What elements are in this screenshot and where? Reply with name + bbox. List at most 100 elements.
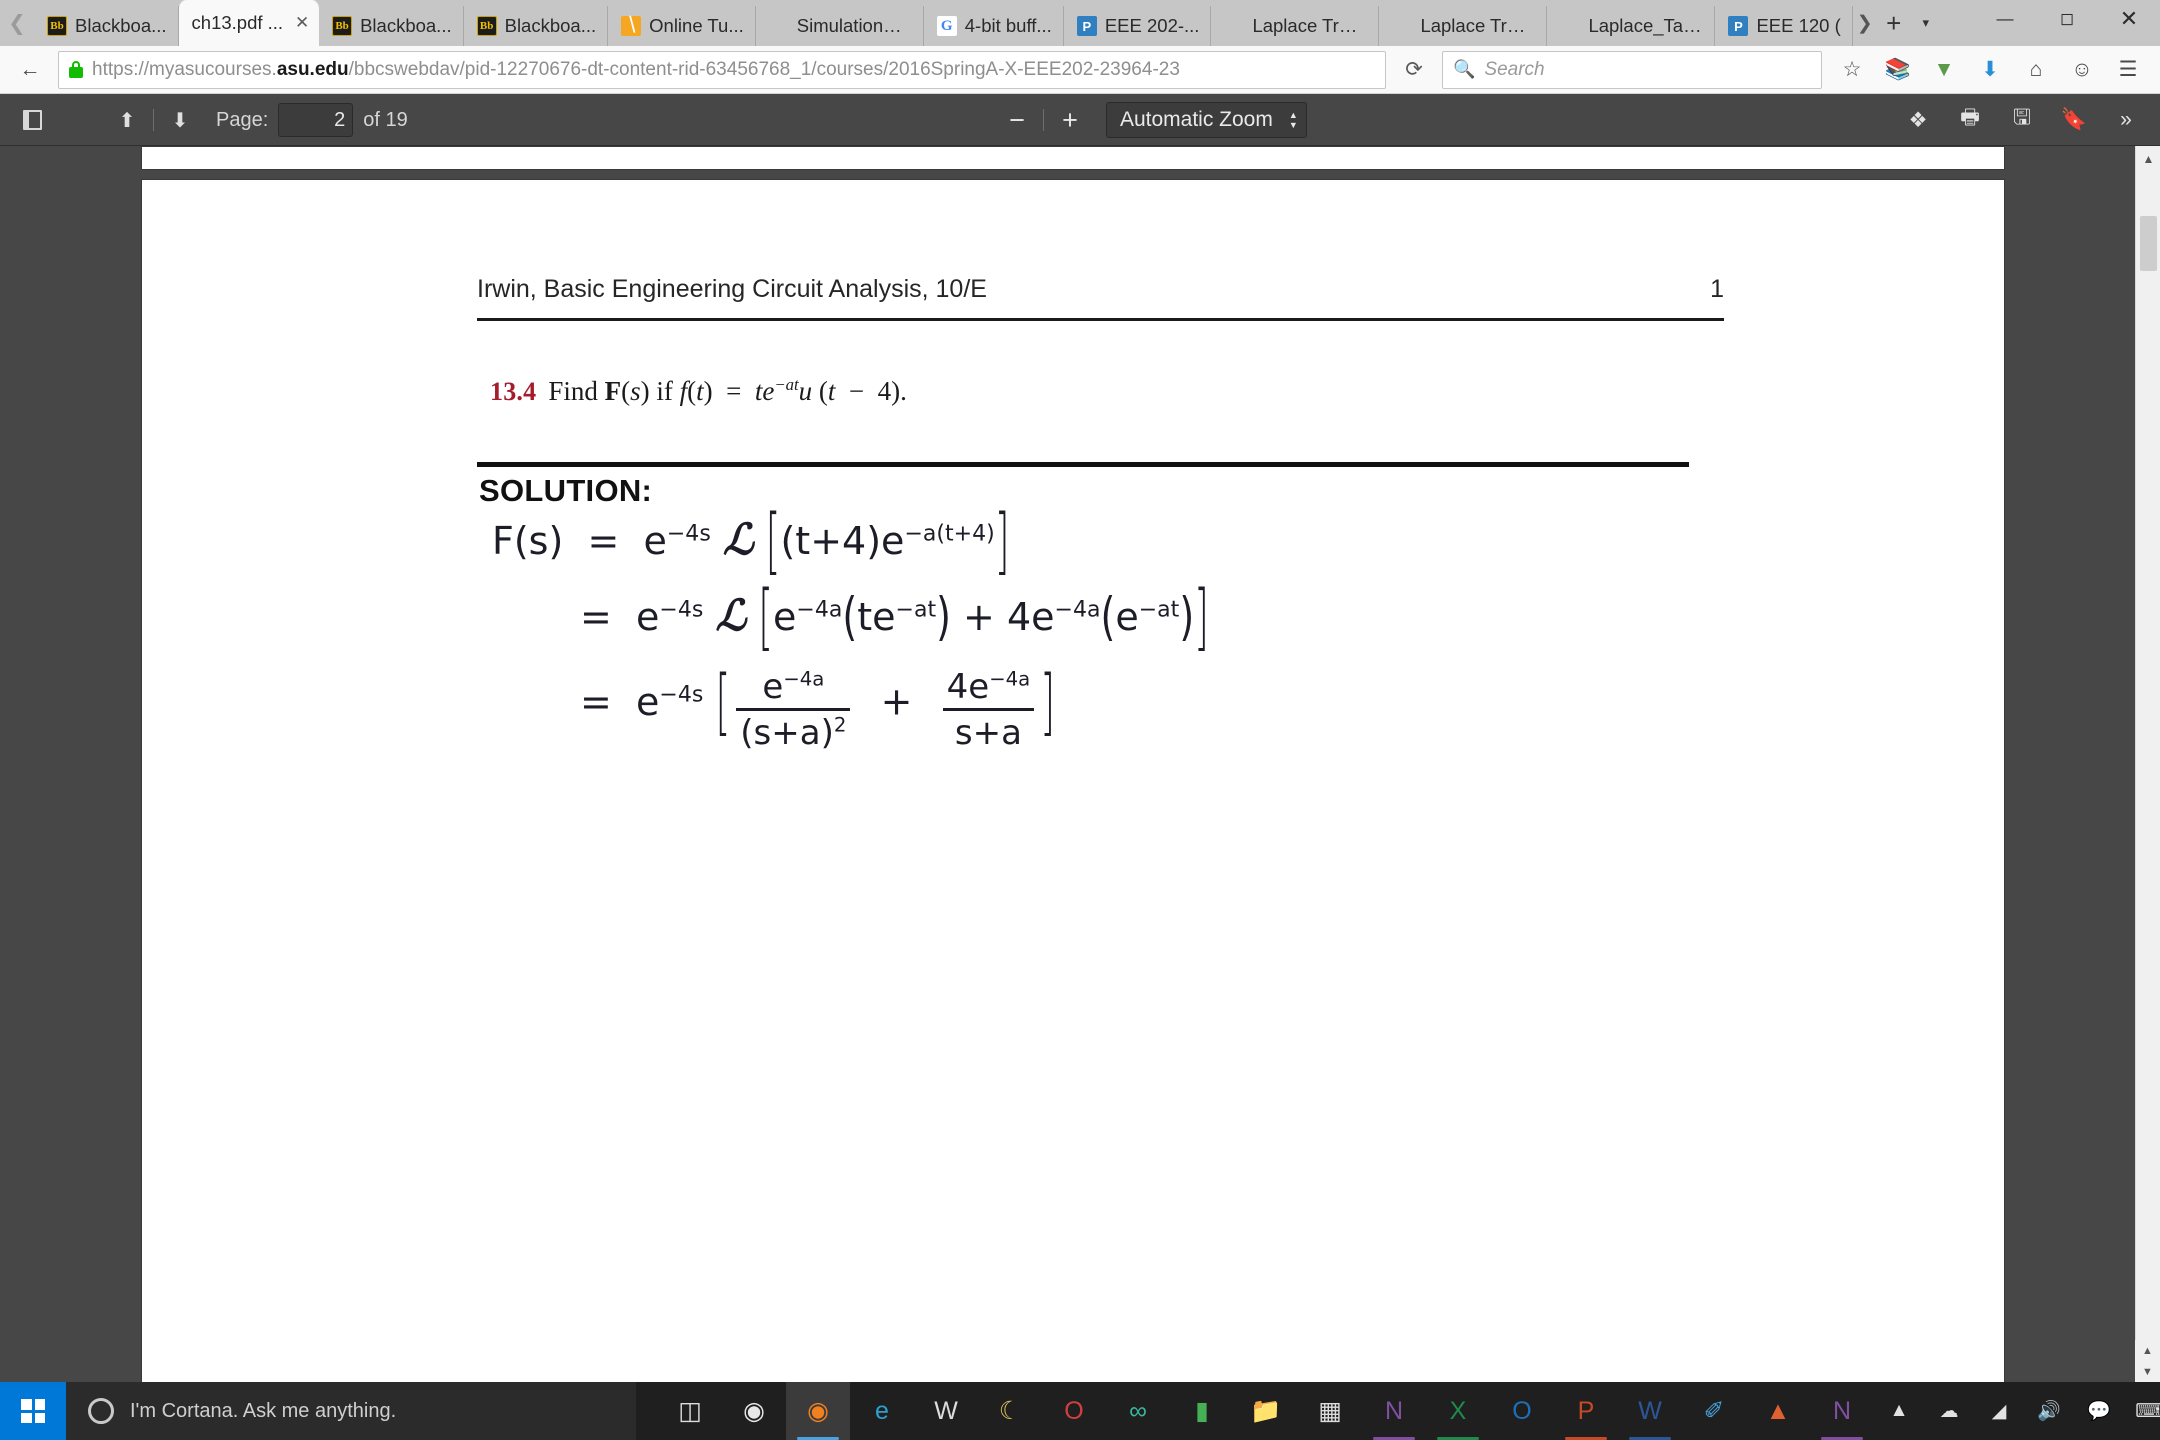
windows-start-icon[interactable] bbox=[0, 1382, 66, 1440]
onedrive-icon[interactable]: ☁ bbox=[1924, 1382, 1974, 1440]
zoom-in-button[interactable]: + bbox=[1048, 102, 1092, 138]
toolbar-divider bbox=[153, 109, 154, 131]
url-text: https://myasucourses.asu.edu/bbcswebdav/… bbox=[92, 59, 1375, 81]
fraction-term-2: 4e−4a s+a bbox=[942, 667, 1035, 753]
chevron-up-icon[interactable]: ▲ bbox=[1874, 1382, 1924, 1440]
pdf-viewer-area[interactable]: Irwin, Basic Engineering Circuit Analysi… bbox=[0, 146, 2160, 1382]
library-icon[interactable]: 📚 bbox=[1876, 50, 1920, 90]
header-rule bbox=[477, 318, 1724, 321]
close-icon[interactable]: ✕ bbox=[2098, 0, 2160, 38]
url-host: asu.edu bbox=[276, 58, 349, 80]
printer-icon[interactable]: 🖶 bbox=[1946, 100, 1994, 140]
download-icon[interactable]: 🖫 bbox=[1998, 100, 2046, 140]
browser-tab[interactable]: G 4-bit buff... bbox=[924, 6, 1064, 46]
list-all-tabs-button[interactable]: ▾ bbox=[1911, 0, 1941, 46]
zoom-out-button[interactable]: − bbox=[995, 102, 1039, 138]
reload-icon[interactable]: ⟳ bbox=[1394, 51, 1434, 89]
browser-tab[interactable]: P EEE 202-... bbox=[1064, 6, 1212, 46]
onenote-icon[interactable]: N bbox=[1362, 1382, 1426, 1440]
minimize-icon[interactable]: — bbox=[1974, 0, 2036, 38]
pdf-toolbar-right-group: ❖ 🖶 🖫 🔖 » bbox=[1894, 100, 2150, 140]
browser-tab[interactable]: Laplace Trans... bbox=[1211, 6, 1380, 46]
page-number-input[interactable]: 2 bbox=[278, 103, 354, 137]
wolfram-icon[interactable]: W bbox=[914, 1382, 978, 1440]
browser-tab[interactable]: Bb Blackboa... bbox=[34, 6, 179, 46]
star-icon[interactable]: ☆ bbox=[1830, 50, 1874, 90]
scroll-down-arrow-icon[interactable]: ▼ bbox=[2135, 1361, 2160, 1382]
powerpoint-icon[interactable]: P bbox=[1554, 1382, 1618, 1440]
cortana-placeholder: I'm Cortana. Ask me anything. bbox=[130, 1399, 397, 1422]
wifi-icon[interactable]: ◢ bbox=[1974, 1382, 2024, 1440]
moon-icon[interactable]: ☾ bbox=[978, 1382, 1042, 1440]
browser-tab[interactable]: Laplace Trans... bbox=[1379, 6, 1548, 46]
browser-tab-active[interactable]: ch13.pdf ... ✕ bbox=[178, 0, 320, 46]
tab-scroll-left-button[interactable]: ❮ bbox=[0, 0, 34, 46]
back-arrow-icon[interactable]: ← bbox=[10, 51, 50, 89]
scroll-up-arrow-icon[interactable]: ▲ bbox=[2136, 146, 2160, 171]
system-tray: ▲ ☁ ◢ 🔊 💬 ⌨ 1:57 PM 2/27/2016 bbox=[1874, 1382, 2160, 1440]
url-scheme: https:// bbox=[92, 58, 150, 80]
url-bar[interactable]: https://myasucourses.asu.edu/bbcswebdav/… bbox=[58, 50, 1386, 89]
double-chevron-right-icon[interactable]: » bbox=[2102, 100, 2150, 140]
edge-icon[interactable]: e bbox=[850, 1382, 914, 1440]
viewer-vertical-scrollbar[interactable]: ▲ ▼ bbox=[2135, 146, 2160, 1382]
tab-list: Bb Blackboa... ch13.pdf ... ✕ Bb Blackbo… bbox=[34, 0, 1853, 46]
handwritten-line-2: = e−4s ℒ [e−4a(te−at) + 4e−4a(e−at)] bbox=[580, 575, 1209, 659]
up-arrow-icon[interactable]: ⬆ bbox=[105, 102, 149, 138]
opera-icon[interactable]: O bbox=[1042, 1382, 1106, 1440]
search-icon: 🔍 bbox=[1453, 59, 1476, 79]
online-tutoring-icon: ╲ bbox=[621, 16, 642, 36]
word-icon[interactable]: W bbox=[1618, 1382, 1682, 1440]
windows-taskbar: I'm Cortana. Ask me anything. ◫ ◉ ◉ e W … bbox=[0, 1382, 2160, 1440]
piazza-icon: P bbox=[1076, 16, 1097, 36]
store-icon[interactable]: ▦ bbox=[1298, 1382, 1362, 1440]
hamburger-menu-icon[interactable]: ☰ bbox=[2106, 50, 2150, 90]
keyboard-icon[interactable]: ⌨ bbox=[2124, 1382, 2160, 1440]
sidebar-toggle-icon[interactable] bbox=[10, 102, 54, 138]
onenote2-icon[interactable]: N bbox=[1810, 1382, 1874, 1440]
smiley-icon[interactable]: ☺ bbox=[2060, 50, 2104, 90]
browser-tab[interactable]: Bb Blackboa... bbox=[464, 6, 609, 46]
new-tab-button[interactable]: + bbox=[1877, 0, 1911, 46]
browser-tab[interactable]: ╲ Online Tu... bbox=[608, 6, 756, 46]
outlook-icon[interactable]: O bbox=[1490, 1382, 1554, 1440]
zoom-level-select[interactable]: Automatic Zoom ▲ ▼ bbox=[1105, 102, 1307, 138]
task-view-icon[interactable]: ◫ bbox=[658, 1382, 722, 1440]
file-explorer-icon[interactable]: 📁 bbox=[1234, 1382, 1298, 1440]
close-icon[interactable]: ✕ bbox=[291, 12, 313, 34]
excel-icon[interactable]: X bbox=[1426, 1382, 1490, 1440]
action-center-icon[interactable]: 💬 bbox=[2074, 1382, 2124, 1440]
infinity-icon[interactable]: ∞ bbox=[1106, 1382, 1170, 1440]
scroll-up-arrow-icon[interactable]: ▲ bbox=[2135, 1340, 2160, 1361]
maximize-icon[interactable]: ◻ bbox=[2036, 0, 2098, 38]
xbox-icon[interactable]: ▮ bbox=[1170, 1382, 1234, 1440]
paint-icon[interactable]: ✐ bbox=[1682, 1382, 1746, 1440]
bookmark-icon[interactable]: 🔖 bbox=[2050, 100, 2098, 140]
pocket-icon[interactable]: ▼ bbox=[1922, 50, 1966, 90]
document-page-number: 1 bbox=[1710, 275, 1724, 303]
cortana-search-box[interactable]: I'm Cortana. Ask me anything. bbox=[66, 1382, 636, 1440]
toolbar-divider bbox=[1042, 109, 1044, 131]
tab-scroll-right-button[interactable]: ❯ bbox=[1853, 0, 1877, 46]
handwritten-line-3: = e−4s [ e−4a (s+a)2 + 4e−4a s+a ] bbox=[580, 659, 1056, 753]
matlab-icon[interactable]: ▲ bbox=[1746, 1382, 1810, 1440]
solution-rule bbox=[477, 462, 1689, 467]
down-arrow-icon[interactable]: ⬇ bbox=[158, 102, 202, 138]
scrollbar-thumb[interactable] bbox=[2140, 216, 2157, 271]
presentation-mode-icon[interactable]: ❖ bbox=[1894, 100, 1942, 140]
browser-tab[interactable]: Laplace_Tabl... bbox=[1547, 6, 1716, 46]
chrome-icon[interactable]: ◉ bbox=[722, 1382, 786, 1440]
nav-icon-group: ☆ 📚 ▼ ⬇ ⌂ ☺ ☰ bbox=[1830, 50, 2150, 90]
home-icon[interactable]: ⌂ bbox=[2014, 50, 2058, 90]
viewer-scroll-buttons[interactable]: ▲ ▼ bbox=[2135, 1340, 2160, 1382]
tab-title: Blackboa... bbox=[360, 15, 452, 36]
speaker-icon[interactable]: 🔊 bbox=[2024, 1382, 2074, 1440]
page-total-label: of 19 bbox=[363, 108, 408, 131]
problem-statement: 13.4 Find F(s) if f(t) = te−atu (t − 4). bbox=[490, 375, 907, 407]
search-bar[interactable]: 🔍 Search bbox=[1442, 50, 1822, 89]
browser-tab[interactable]: P EEE 120 ( bbox=[1715, 6, 1853, 46]
download-arrow-icon[interactable]: ⬇ bbox=[1968, 50, 2012, 90]
browser-tab[interactable]: Bb Blackboa... bbox=[319, 6, 464, 46]
browser-tab[interactable]: SimulationLa... bbox=[756, 6, 924, 46]
firefox-icon[interactable]: ◉ bbox=[786, 1382, 850, 1440]
